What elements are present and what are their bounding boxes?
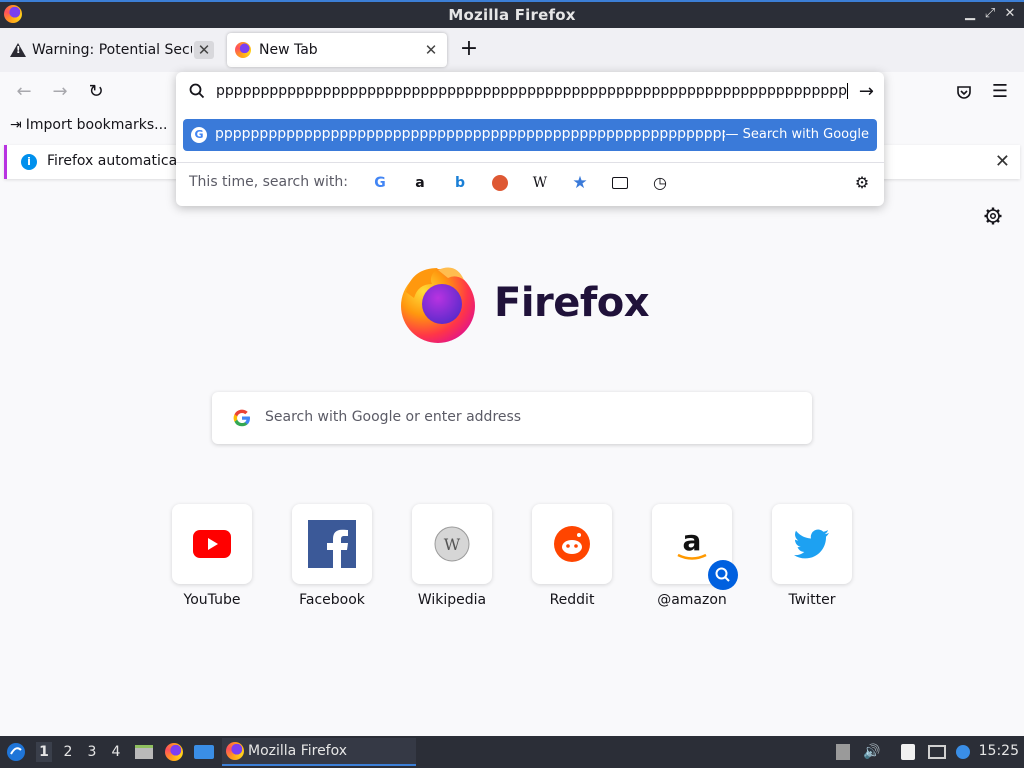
youtube-icon: [193, 530, 231, 558]
warning-icon: [10, 43, 26, 57]
taskbar-window-firefox[interactable]: Mozilla Firefox: [222, 738, 416, 766]
maximize-icon[interactable]: ⤢: [982, 5, 998, 23]
search-settings-gear-icon[interactable]: ⚙: [852, 173, 872, 193]
taskbar: 1 2 3 4 Mozilla Firefox 🔊 15:25: [0, 736, 1024, 768]
top-site-label: Reddit: [549, 592, 595, 608]
urlbar-suggestion[interactable]: G pppppppppppppppppppppppppppppppppppppp…: [183, 119, 877, 151]
top-site-tile[interactable]: [532, 504, 612, 584]
notes-tray-icon[interactable]: [898, 742, 918, 762]
top-site-tile[interactable]: [172, 504, 252, 584]
back-button[interactable]: ←: [12, 80, 36, 104]
suggestion-action: — Search with Google: [725, 127, 869, 142]
top-site-label: Facebook: [299, 592, 365, 608]
search-icon: [715, 567, 730, 582]
info-icon: i: [21, 154, 37, 170]
oneoff-label: This time, search with:: [189, 174, 348, 190]
import-bookmarks-label: Import bookmarks...: [25, 117, 168, 133]
firefox-icon: [226, 742, 244, 760]
reddit-icon: [554, 526, 590, 562]
amazon-icon[interactable]: a: [410, 173, 430, 193]
top-site-youtube[interactable]: YouTube: [172, 504, 252, 608]
tab-label: New Tab: [259, 42, 318, 58]
reload-button[interactable]: ↻: [84, 80, 108, 104]
top-site-facebook[interactable]: Facebook: [292, 504, 372, 608]
clock: 15:25: [978, 743, 1019, 759]
bing-icon[interactable]: b: [450, 173, 470, 193]
top-site-tile[interactable]: W: [412, 504, 492, 584]
twitter-icon: [794, 529, 829, 559]
tab-new-tab[interactable]: New Tab ✕: [227, 33, 447, 67]
urlbar-input[interactable]: pppppppppppppppppppppppppppppppppppppppp…: [216, 83, 848, 99]
pocket-icon[interactable]: [952, 80, 976, 104]
newtab-search-box[interactable]: Search with Google or enter address: [212, 392, 812, 444]
notification-close-icon[interactable]: ✕: [995, 151, 1010, 172]
top-site-label: Wikipedia: [417, 592, 487, 608]
top-site-reddit[interactable]: Reddit: [532, 504, 612, 608]
new-tab-button[interactable]: +: [456, 38, 482, 62]
file-manager-icon[interactable]: [134, 742, 154, 762]
top-site-amazon[interactable]: a @amazon: [652, 504, 738, 608]
top-site-tile[interactable]: [772, 504, 852, 584]
firefox-logo-icon: [401, 267, 475, 343]
network-icon[interactable]: [926, 742, 948, 762]
app-menu-button[interactable]: ☰: [988, 80, 1012, 104]
tab-close-icon[interactable]: ✕: [194, 41, 214, 59]
urlbar-input-row[interactable]: pppppppppppppppppppppppppppppppppppppppp…: [176, 72, 884, 112]
tab-warning[interactable]: Warning: Potential Security Risk Ahead ✕: [2, 33, 220, 67]
close-icon[interactable]: ✕: [1002, 5, 1018, 23]
desktop-icon[interactable]: [193, 742, 215, 762]
wikipedia-icon[interactable]: W: [530, 173, 550, 193]
page-settings-gear-icon[interactable]: [983, 206, 1003, 226]
tab-strip: Warning: Potential Security Risk Ahead ✕…: [0, 28, 1024, 72]
firefox-wordmark: Firefox: [494, 280, 650, 326]
window-title: Mozilla Firefox: [448, 6, 576, 24]
minimize-icon[interactable]: ▁: [962, 5, 978, 23]
tabs-icon[interactable]: [610, 173, 630, 193]
top-site-tile[interactable]: a: [652, 504, 738, 590]
clipboard-tray-icon[interactable]: [834, 742, 852, 762]
svg-text:a: a: [683, 524, 702, 557]
top-site-wikipedia[interactable]: W Wikipedia: [412, 504, 492, 608]
svg-text:W: W: [444, 535, 461, 554]
import-icon: ⇥: [10, 117, 22, 133]
firefox-launcher-icon[interactable]: [164, 742, 184, 762]
workspace-2[interactable]: 2: [60, 742, 76, 762]
top-site-label: @amazon: [657, 592, 727, 608]
workspace-4[interactable]: 4: [108, 742, 124, 762]
bookmarks-icon[interactable]: ★: [570, 173, 590, 193]
workspace-1[interactable]: 1: [36, 742, 52, 762]
update-notifier-icon[interactable]: [954, 742, 972, 762]
start-menu-icon[interactable]: [4, 742, 28, 762]
tab-close-icon[interactable]: ✕: [421, 41, 441, 59]
duckduckgo-icon[interactable]: [490, 173, 510, 193]
google-icon: [233, 409, 250, 427]
volume-icon[interactable]: 🔊: [862, 742, 882, 762]
facebook-icon: [308, 520, 356, 568]
go-arrow-icon[interactable]: →: [859, 81, 874, 102]
import-bookmarks-button[interactable]: ⇥ Import bookmarks...: [10, 117, 168, 133]
suggestion-text: pppppppppppppppppppppppppppppppppppppppp…: [215, 126, 725, 142]
search-shortcut-badge: [708, 560, 738, 590]
workspace-3[interactable]: 3: [84, 742, 100, 762]
notification-text: Firefox automaticall: [47, 153, 185, 169]
wikipedia-icon: W: [434, 526, 470, 562]
forward-button[interactable]: →: [48, 80, 72, 104]
google-icon[interactable]: G: [370, 173, 390, 193]
tab-label: Warning: Potential Security Risk Ahead: [32, 42, 192, 58]
history-icon[interactable]: ◷: [650, 173, 670, 193]
taskbar-window-label: Mozilla Firefox: [248, 743, 348, 759]
urlbar-dropdown: pppppppppppppppppppppppppppppppppppppppp…: [176, 72, 884, 206]
firefox-logo: Firefox: [398, 262, 650, 344]
top-site-tile[interactable]: [292, 504, 372, 584]
top-site-twitter[interactable]: Twitter: [772, 504, 852, 608]
oneoff-search-row: This time, search with: G a b W ★ ◷ ⚙: [176, 162, 884, 198]
top-site-label: Twitter: [788, 592, 836, 608]
top-site-label: YouTube: [183, 592, 241, 608]
google-icon: G: [191, 127, 207, 143]
search-placeholder: Search with Google or enter address: [265, 409, 522, 425]
window-titlebar: Mozilla Firefox ▁ ⤢ ✕: [0, 0, 1024, 28]
search-icon: [189, 83, 205, 99]
amazon-icon: a: [677, 524, 707, 560]
firefox-icon: [235, 42, 251, 58]
